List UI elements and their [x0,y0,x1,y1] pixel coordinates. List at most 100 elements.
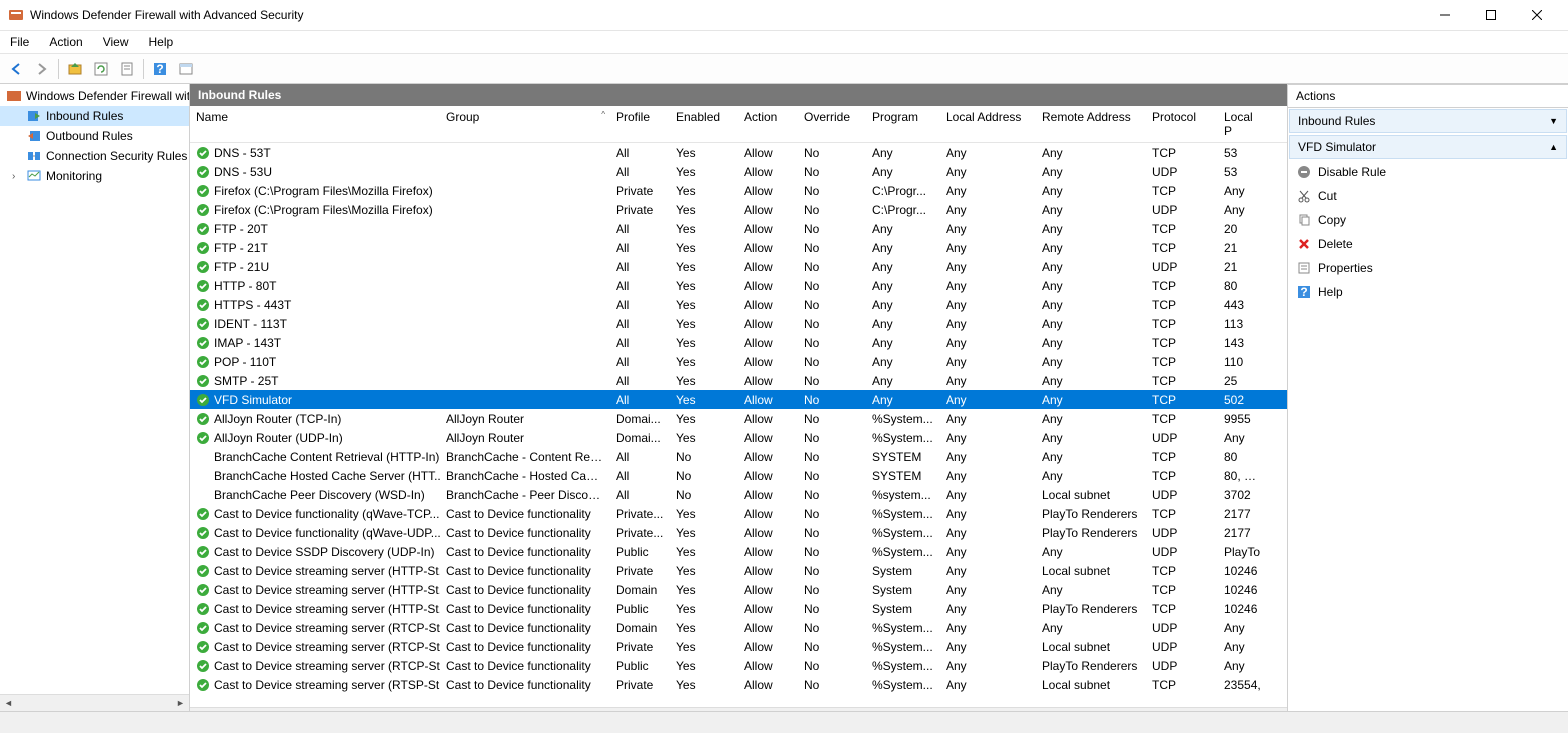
action-cut[interactable]: Cut [1288,184,1568,208]
col-action[interactable]: Action [738,106,798,142]
cell-enabled: Yes [670,240,738,256]
panel-icon[interactable] [174,57,198,81]
cell-action: Allow [738,468,798,484]
cell-local-address: Any [940,449,1036,465]
table-row[interactable]: Cast to Device streaming server (RTSP-St… [190,675,1287,694]
action-disable[interactable]: Disable Rule [1288,160,1568,184]
cell-protocol: UDP [1146,430,1218,446]
actions-inbound-header[interactable]: Inbound Rules ▼ [1289,109,1567,133]
table-row[interactable]: IDENT - 113TAllYesAllowNoAnyAnyAnyTCP113 [190,314,1287,333]
cell-local-address: Any [940,240,1036,256]
table-row[interactable]: HTTP - 80TAllYesAllowNoAnyAnyAnyTCP80 [190,276,1287,295]
table-row[interactable]: Cast to Device functionality (qWave-UDP.… [190,523,1287,542]
table-row[interactable]: Cast to Device streaming server (HTTP-St… [190,599,1287,618]
tree-root[interactable]: Windows Defender Firewall with [0,86,189,106]
col-enabled[interactable]: Enabled [670,106,738,142]
col-local-address[interactable]: Local Address [940,106,1036,142]
cell-action: Allow [738,487,798,503]
cell-local-port: 21 [1218,259,1268,275]
menu-file[interactable]: File [0,31,39,53]
rule-name: HTTP - 80T [214,279,276,293]
col-group[interactable]: Group [440,106,610,142]
menu-action[interactable]: Action [39,31,92,53]
table-row[interactable]: Cast to Device SSDP Discovery (UDP-In)Ca… [190,542,1287,561]
cell-local-port: Any [1218,202,1268,218]
col-protocol[interactable]: Protocol [1146,106,1218,142]
grid-horizontal-scrollbar[interactable]: ◄ ► [190,707,1287,711]
table-row[interactable]: AllJoyn Router (UDP-In)AllJoyn RouterDom… [190,428,1287,447]
table-row[interactable]: Cast to Device functionality (qWave-TCP.… [190,504,1287,523]
table-row[interactable]: VFD SimulatorAllYesAllowNoAnyAnyAnyTCP50… [190,390,1287,409]
titlebar[interactable]: Windows Defender Firewall with Advanced … [0,0,1568,30]
table-row[interactable]: HTTPS - 443TAllYesAllowNoAnyAnyAnyTCP443 [190,295,1287,314]
table-row[interactable]: Cast to Device streaming server (RTCP-St… [190,656,1287,675]
cell-protocol: UDP [1146,525,1218,541]
table-row[interactable]: FTP - 21UAllYesAllowNoAnyAnyAnyUDP21 [190,257,1287,276]
scroll-left-icon[interactable]: ◄ [0,695,17,712]
table-row[interactable]: AllJoyn Router (TCP-In)AllJoyn RouterDom… [190,409,1287,428]
col-program[interactable]: Program [866,106,940,142]
maximize-button[interactable] [1468,0,1514,30]
export-icon[interactable] [115,57,139,81]
minimize-button[interactable] [1422,0,1468,30]
table-row[interactable]: DNS - 53UAllYesAllowNoAnyAnyAnyUDP53 [190,162,1287,181]
table-row[interactable]: IMAP - 143TAllYesAllowNoAnyAnyAnyTCP143 [190,333,1287,352]
table-row[interactable]: Cast to Device streaming server (HTTP-St… [190,580,1287,599]
table-row[interactable]: BranchCache Peer Discovery (WSD-In)Branc… [190,485,1287,504]
actions-selected-header[interactable]: VFD Simulator ▲ [1289,135,1567,159]
scroll-right-icon[interactable]: ► [172,695,189,712]
table-row[interactable]: POP - 110TAllYesAllowNoAnyAnyAnyTCP110 [190,352,1287,371]
cell-local-port: 2177 [1218,525,1268,541]
menu-view[interactable]: View [93,31,139,53]
tree-connection-security[interactable]: Connection Security Rules [0,146,189,166]
cell-program: Any [866,316,940,332]
action-delete[interactable]: Delete [1288,232,1568,256]
table-row[interactable]: Firefox (C:\Program Files\Mozilla Firefo… [190,200,1287,219]
col-local-port[interactable]: Local P [1218,106,1268,142]
table-row[interactable]: FTP - 21TAllYesAllowNoAnyAnyAnyTCP21 [190,238,1287,257]
table-row[interactable]: Cast to Device streaming server (HTTP-St… [190,561,1287,580]
cell-group [440,361,610,363]
allow-enabled-icon [196,146,210,160]
table-row[interactable]: FTP - 20TAllYesAllowNoAnyAnyAnyTCP20 [190,219,1287,238]
expand-icon[interactable]: › [12,171,22,182]
col-profile[interactable]: Profile [610,106,670,142]
scroll-right-icon[interactable]: ► [1270,708,1287,712]
cell-action: Allow [738,183,798,199]
delete-icon [1296,236,1312,252]
table-row[interactable]: BranchCache Content Retrieval (HTTP-In)B… [190,447,1287,466]
cell-protocol: TCP [1146,335,1218,351]
table-row[interactable]: Cast to Device streaming server (RTCP-St… [190,618,1287,637]
action-copy[interactable]: Copy [1288,208,1568,232]
close-button[interactable] [1514,0,1560,30]
tree-outbound-rules[interactable]: Outbound Rules [0,126,189,146]
rule-name: Cast to Device streaming server (RTSP-St… [214,678,440,692]
cell-group [440,228,610,230]
menu-help[interactable]: Help [139,31,184,53]
table-row[interactable]: DNS - 53TAllYesAllowNoAnyAnyAnyTCP53 [190,143,1287,162]
cell-remote-address: Any [1036,430,1146,446]
grid-body[interactable]: DNS - 53TAllYesAllowNoAnyAnyAnyTCP53DNS … [190,143,1287,707]
help-icon[interactable]: ? [148,57,172,81]
col-name[interactable]: Name [190,106,440,142]
tree-inbound-rules[interactable]: Inbound Rules [0,106,189,126]
cell-local-address: Any [940,259,1036,275]
cut-icon [1296,188,1312,204]
col-remote-address[interactable]: Remote Address [1036,106,1146,142]
action-help[interactable]: ?Help [1288,280,1568,304]
cell-local-address: Any [940,544,1036,560]
col-override[interactable]: Override [798,106,866,142]
refresh-icon[interactable] [89,57,113,81]
table-row[interactable]: SMTP - 25TAllYesAllowNoAnyAnyAnyTCP25 [190,371,1287,390]
cell-group: BranchCache - Content Retr... [440,449,610,465]
table-row[interactable]: BranchCache Hosted Cache Server (HTT...B… [190,466,1287,485]
scroll-left-icon[interactable]: ◄ [190,708,207,712]
tree-monitoring[interactable]: › Monitoring [0,166,189,186]
tree-horizontal-scrollbar[interactable]: ◄ ► [0,694,189,711]
action-properties[interactable]: Properties [1288,256,1568,280]
forward-button[interactable] [30,57,54,81]
table-row[interactable]: Cast to Device streaming server (RTCP-St… [190,637,1287,656]
back-button[interactable] [4,57,28,81]
up-icon[interactable] [63,57,87,81]
table-row[interactable]: Firefox (C:\Program Files\Mozilla Firefo… [190,181,1287,200]
